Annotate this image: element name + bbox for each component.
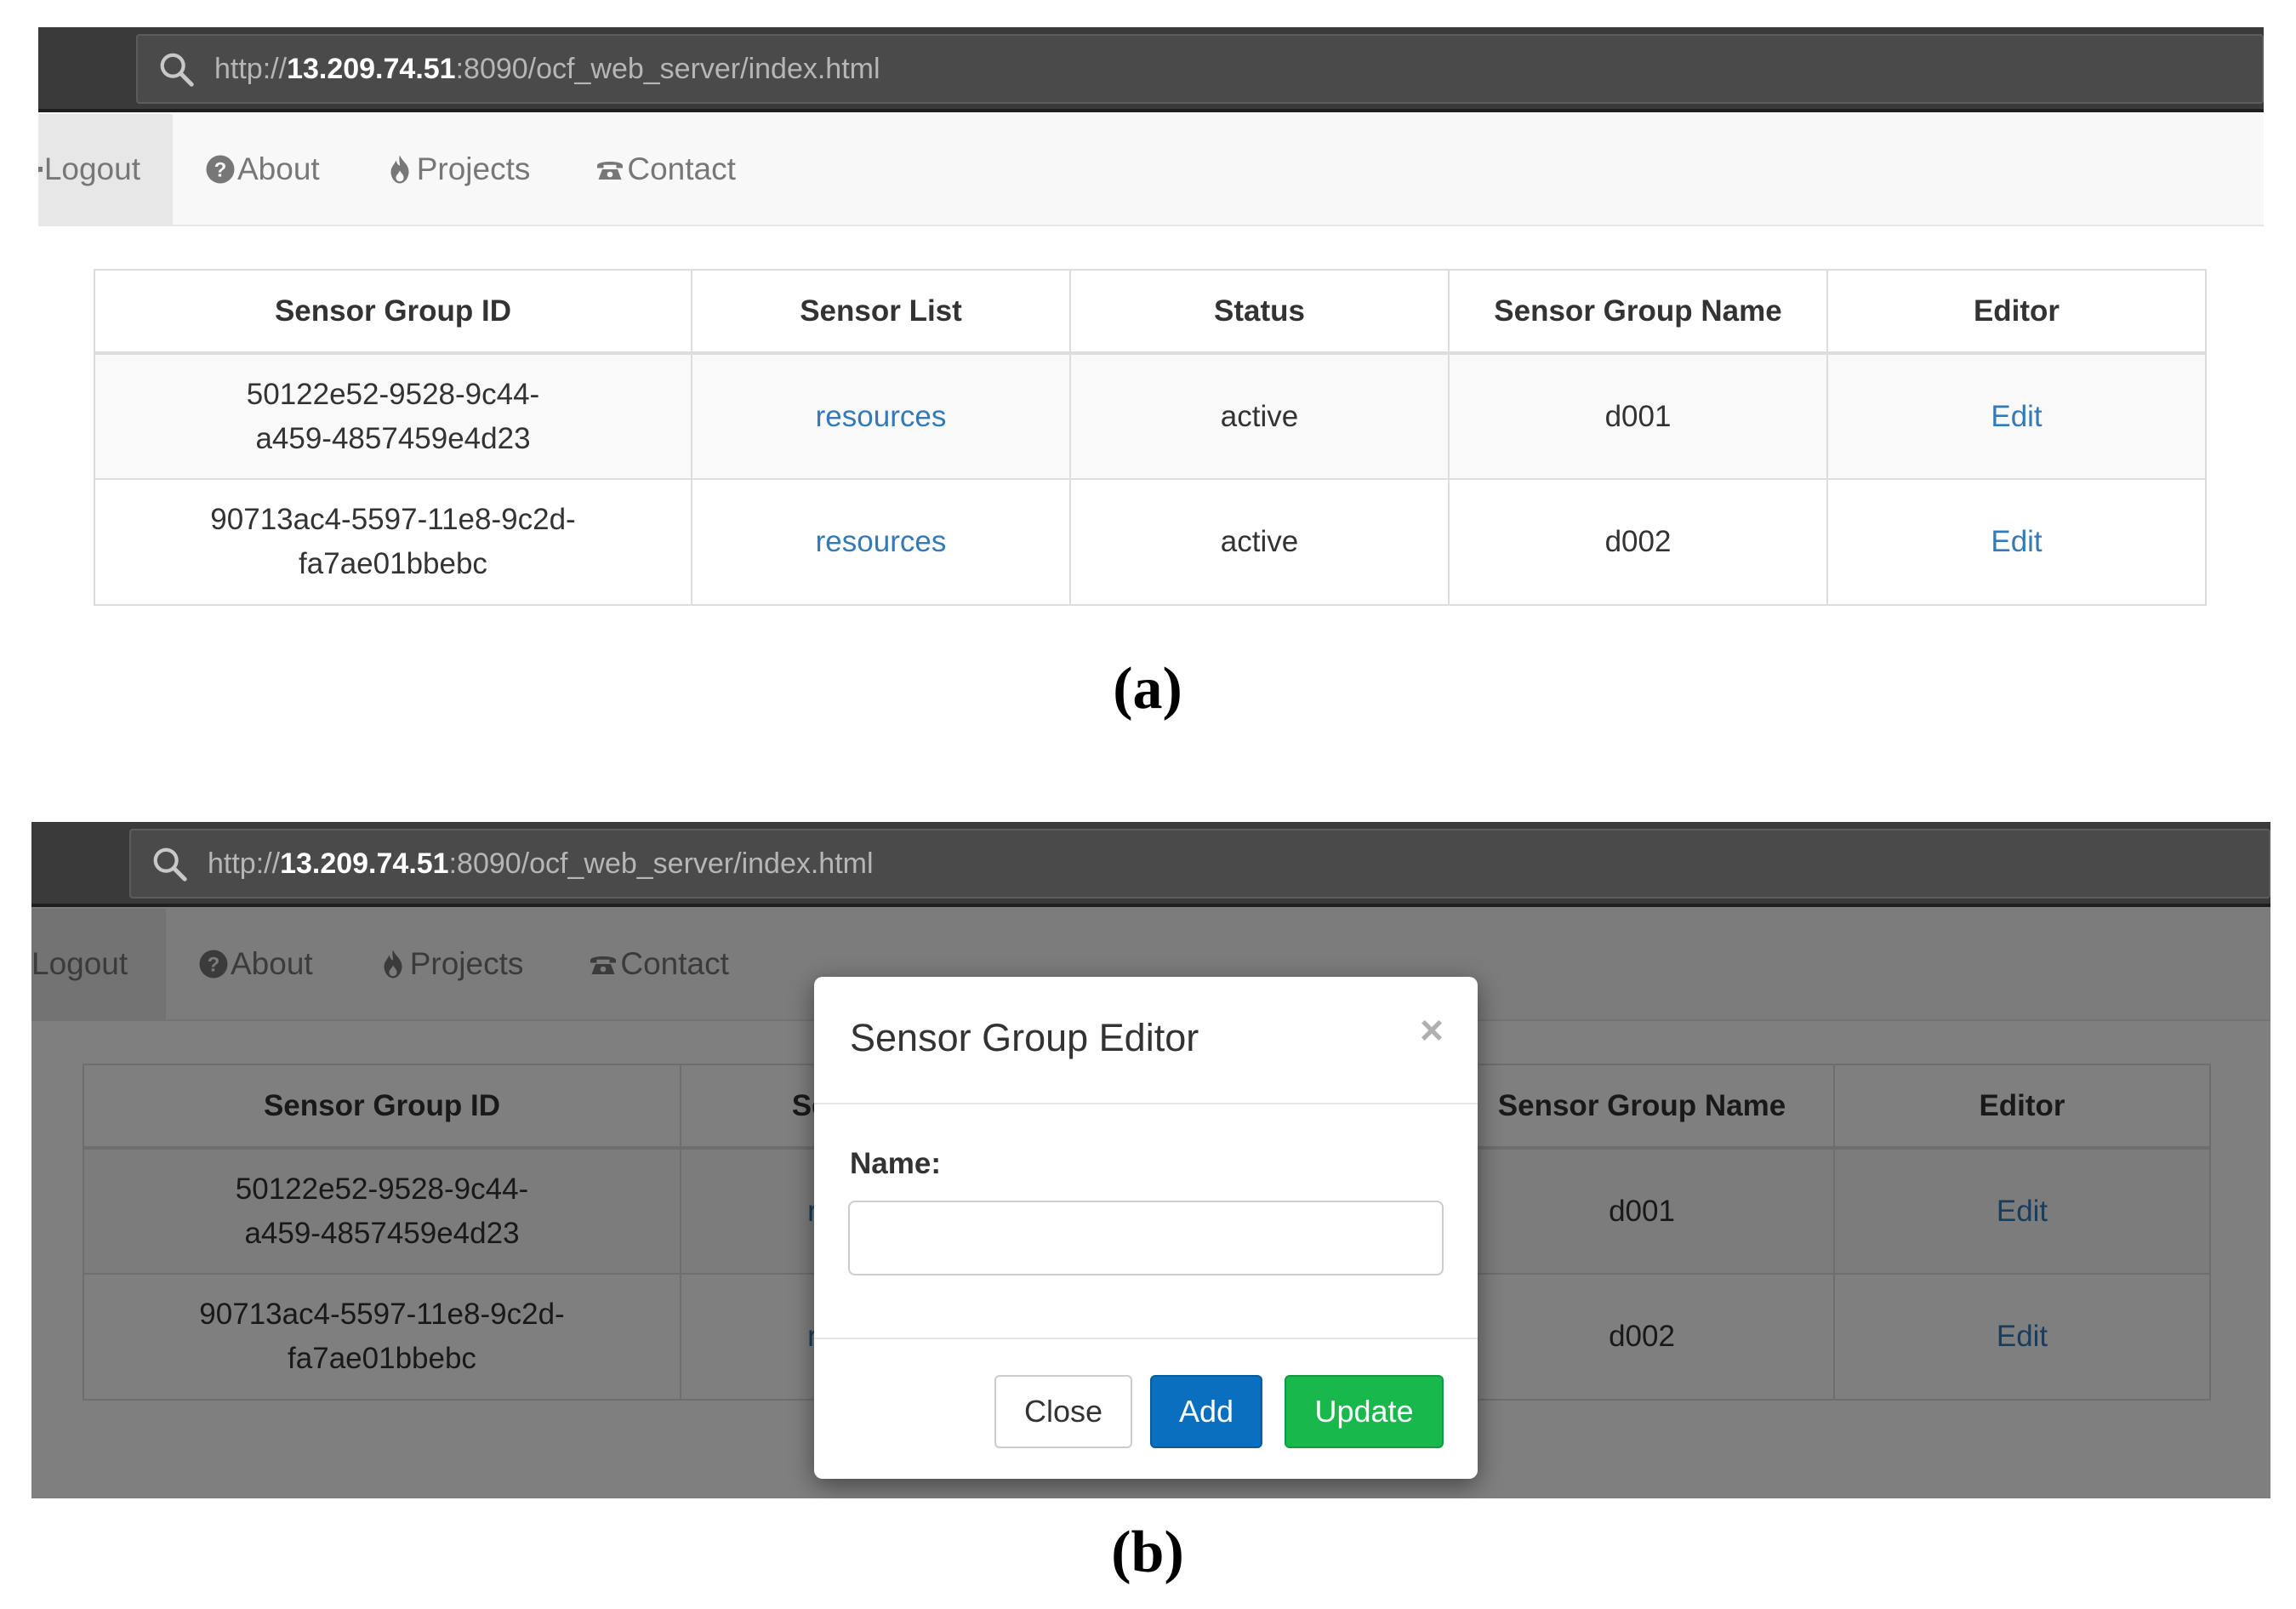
column-header: Editor	[1826, 269, 2207, 355]
fire-icon	[390, 155, 409, 184]
close-icon[interactable]: ×	[1420, 1007, 1444, 1054]
caption-a: (a)	[1113, 656, 1182, 722]
address-bar[interactable]: http://13.209.74.51:8090/ocf_web_server/…	[129, 829, 2270, 899]
modal-header: Sensor Group Editor ×	[814, 977, 1478, 1104]
column-header: Sensor Group ID	[94, 269, 692, 355]
nav-item-projects[interactable]: Projects	[352, 114, 563, 225]
search-icon	[160, 53, 194, 87]
table-header-row: Sensor Group ID Sensor List Status Senso…	[94, 269, 2207, 355]
sensor-list-cell: resources	[691, 478, 1071, 606]
table-row: 90713ac4-5597-11e8-9c2d-fa7ae01bbebc res…	[94, 478, 2207, 606]
sensor-group-editor-modal: Sensor Group Editor × Name: Close Add Up…	[814, 977, 1478, 1479]
search-icon	[153, 847, 187, 882]
url-text: http://13.209.74.51:8090/ocf_web_server/…	[214, 52, 880, 85]
navbar: Logout ? About Projects Contact	[38, 114, 2264, 226]
sensor-group-id-cell: 90713ac4-5597-11e8-9c2d-fa7ae01bbebc	[94, 478, 692, 606]
address-bar[interactable]: http://13.209.74.51:8090/ocf_web_server/…	[136, 34, 2264, 104]
editor-cell: Edit	[1826, 478, 2207, 606]
sensor-group-id-cell: 50122e52-9528-9c44-a459-4857459e4d23	[94, 352, 692, 480]
screenshot-panel-b: http://13.209.74.51:8090/ocf_web_server/…	[31, 822, 2270, 1498]
status-cell: active	[1069, 352, 1450, 480]
browser-bar: http://13.209.74.51:8090/ocf_web_server/…	[38, 27, 2264, 112]
modal-body: Name:	[814, 1104, 1478, 1339]
caption-b: (b)	[1111, 1520, 1184, 1585]
resources-link[interactable]: resources	[816, 525, 947, 558]
column-header: Status	[1069, 269, 1450, 355]
resources-link[interactable]: resources	[816, 400, 947, 433]
add-button[interactable]: Add	[1150, 1375, 1262, 1448]
modal-footer: Close Add Update	[814, 1339, 1478, 1479]
svg-text:?: ?	[214, 158, 227, 181]
logout-icon	[38, 167, 43, 172]
nav-item-contact[interactable]: Contact	[562, 114, 768, 225]
editor-cell: Edit	[1826, 352, 2207, 480]
browser-bar: http://13.209.74.51:8090/ocf_web_server/…	[31, 822, 2270, 907]
nav-item-about[interactable]: ? About	[173, 114, 352, 225]
url-text: http://13.209.74.51:8090/ocf_web_server/…	[208, 847, 874, 880]
table-row: 50122e52-9528-9c44-a459-4857459e4d23 res…	[94, 352, 2207, 480]
question-circle-icon: ?	[206, 155, 235, 184]
update-button[interactable]: Update	[1285, 1375, 1444, 1448]
nav-label-logout: Logout	[43, 151, 140, 186]
edit-link[interactable]: Edit	[1991, 400, 2042, 433]
sensor-group-name-cell: d001	[1448, 352, 1828, 480]
phone-icon	[597, 162, 624, 180]
name-input[interactable]	[848, 1201, 1444, 1275]
nav-label-about: About	[237, 151, 320, 186]
close-button[interactable]: Close	[994, 1375, 1132, 1448]
nav-label-contact: Contact	[627, 151, 736, 186]
edit-link[interactable]: Edit	[1991, 525, 2042, 558]
screenshot-panel-a: http://13.209.74.51:8090/ocf_web_server/…	[38, 27, 2264, 638]
modal-title: Sensor Group Editor	[850, 1016, 1199, 1059]
sensor-list-cell: resources	[691, 352, 1071, 480]
nav-item-logout[interactable]: Logout	[38, 114, 173, 225]
sensor-group-table: Sensor Group ID Sensor List Status Senso…	[94, 269, 2207, 606]
sensor-group-name-cell: d002	[1448, 478, 1828, 606]
column-header: Sensor List	[691, 269, 1071, 355]
column-header: Sensor Group Name	[1448, 269, 1828, 355]
status-cell: active	[1069, 478, 1450, 606]
content-area: Sensor Group ID Sensor List Status Senso…	[55, 226, 2247, 638]
name-field-label: Name:	[850, 1147, 941, 1180]
nav-label-projects: Projects	[416, 151, 531, 186]
